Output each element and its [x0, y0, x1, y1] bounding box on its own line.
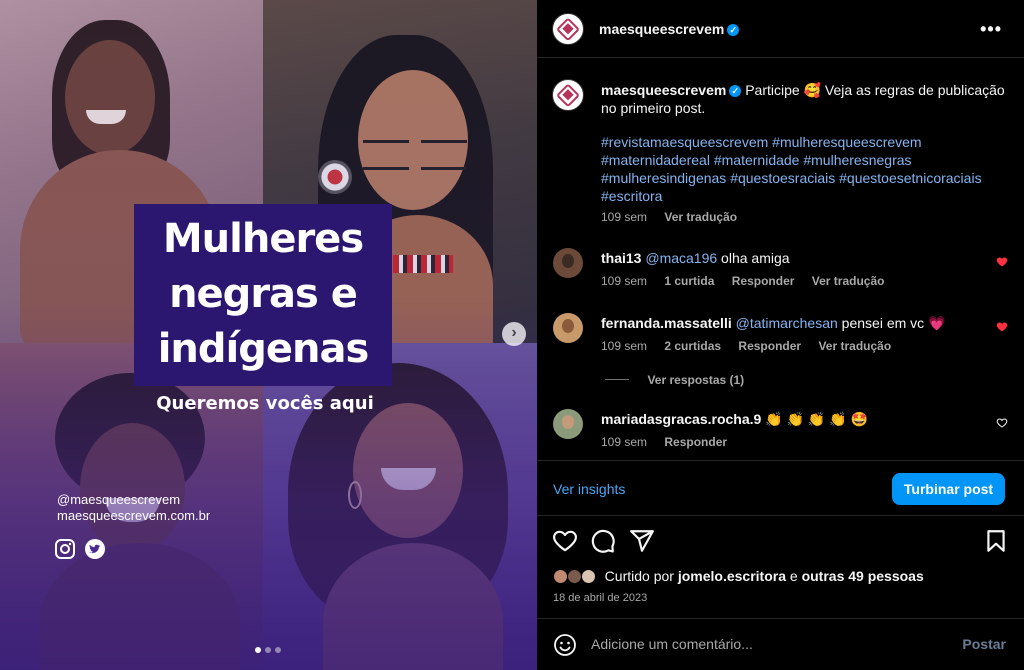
image-title-line: negras e	[169, 271, 358, 317]
verified-badge-icon: ✓	[729, 85, 742, 97]
comment-time[interactable]: 109 sem	[601, 339, 647, 353]
comment-text: pensei em vc 💗	[837, 315, 946, 331]
avatar[interactable]	[553, 313, 583, 343]
verified-badge-icon: ✓	[727, 24, 740, 36]
avatar[interactable]	[552, 13, 584, 45]
comment-meta: 109 sem 2 curtidas Responder Ver traduçã…	[601, 339, 905, 353]
post-date[interactable]: 18 de abril de 2023	[553, 592, 647, 604]
likes-summary: Curtido por jomelo.escritora e outras 49…	[553, 568, 924, 584]
carousel-next-button[interactable]: ›	[502, 322, 526, 346]
instagram-icon	[55, 539, 75, 559]
comment-bar: Postar	[537, 618, 1024, 670]
comment-meta: 109 sem Responder	[601, 435, 741, 449]
carousel-dot	[275, 647, 281, 653]
comment-likes[interactable]: 1 curtida	[664, 274, 714, 288]
post-header: maesqueescrevem ✓ •••	[537, 0, 1024, 58]
translate-button[interactable]: Ver tradução	[664, 210, 737, 224]
avatar	[566, 569, 582, 584]
like-heart-icon[interactable]	[552, 528, 578, 554]
twitter-icon	[85, 539, 105, 559]
comment-body: thai13 @maca196 olha amiga	[601, 249, 971, 267]
avatar[interactable]	[552, 79, 584, 111]
reply-button[interactable]: Responder	[732, 274, 795, 288]
likes-middle: e	[785, 568, 802, 584]
avatar	[580, 569, 596, 584]
caption-emoji: 🥰	[803, 82, 821, 98]
comment-likes[interactable]: 2 curtidas	[664, 339, 721, 353]
insights-bar: Ver insights Turbinar post	[537, 460, 1024, 516]
header-user: maesqueescrevem ✓	[599, 21, 740, 39]
header-username[interactable]: maesqueescrevem	[599, 21, 724, 37]
carousel-dot	[255, 647, 261, 653]
comment-text: olha amiga	[717, 250, 790, 266]
heart-outline-icon[interactable]	[996, 417, 1008, 429]
view-insights-link[interactable]: Ver insights	[553, 481, 625, 497]
comment-meta: 109 sem 1 curtida Responder Ver tradução	[601, 274, 898, 288]
avatar	[553, 569, 568, 584]
post-comment-button[interactable]: Postar	[962, 636, 1006, 652]
image-subtitle: Queremos vocês aqui	[156, 393, 374, 414]
comment-username[interactable]: mariadasgracas.rocha.9	[601, 411, 761, 427]
image-title: Mulheres negras e indígenas	[134, 212, 392, 377]
post-image[interactable]: Mulheres negras e indígenas Queremos voc…	[0, 0, 537, 670]
image-handle: @maesqueescrevem	[57, 492, 181, 507]
caption-username[interactable]: maesqueescrevem	[601, 82, 726, 98]
comment-username[interactable]: thai13	[601, 250, 641, 266]
image-website: maesqueescrevem.com.br	[57, 508, 211, 523]
likes-prefix: Curtido por	[604, 568, 678, 584]
comment-input[interactable]	[591, 633, 941, 655]
comment-mention[interactable]: @tatimarchesan	[736, 315, 838, 331]
caption-hashtags[interactable]: #revistamaesqueescrevem #mulheresqueescr…	[601, 133, 1006, 205]
image-title-line: Mulheres	[162, 216, 364, 262]
reply-button[interactable]: Responder	[738, 339, 801, 353]
view-replies-label[interactable]: Ver respostas (1)	[647, 373, 744, 387]
heart-filled-icon[interactable]	[996, 321, 1008, 333]
post-side-panel: maesqueescrevem ✓ ••• maesqueescrevem ✓ Pa…	[537, 0, 1024, 670]
comment-username[interactable]: fernanda.massatelli	[601, 315, 732, 331]
carousel-dots	[255, 647, 281, 653]
comment-mention[interactable]: @maca196	[645, 250, 717, 266]
caption-body: maesqueescrevem ✓ Participe 🥰 Veja as reg…	[601, 81, 1006, 205]
avatar[interactable]	[553, 409, 583, 439]
comment-body: mariadasgracas.rocha.9 👏 👏 👏 👏 🤩	[601, 410, 971, 428]
liker-avatars[interactable]	[553, 568, 596, 584]
caption-meta: 109 sem Ver tradução	[601, 210, 751, 224]
reply-button[interactable]: Responder	[664, 435, 727, 449]
view-replies[interactable]: Ver respostas (1)	[605, 371, 744, 389]
translate-button[interactable]: Ver tradução	[812, 274, 885, 288]
comment-text: 👏 👏 👏 👏 🤩	[761, 411, 868, 427]
liker-username[interactable]: jomelo.escritora	[678, 568, 786, 584]
caption-time[interactable]: 109 sem	[601, 210, 647, 224]
comment-icon[interactable]	[590, 528, 616, 554]
caption-text: Participe	[745, 82, 804, 98]
image-title-line: indígenas	[157, 326, 370, 372]
translate-button[interactable]: Ver tradução	[818, 339, 891, 353]
share-icon[interactable]	[629, 528, 655, 554]
avatar[interactable]	[553, 248, 583, 278]
replies-line	[605, 379, 629, 380]
heart-filled-icon[interactable]	[996, 256, 1008, 268]
comment-time[interactable]: 109 sem	[601, 435, 647, 449]
more-options-icon[interactable]: •••	[980, 19, 1002, 40]
carousel-dot	[265, 647, 271, 653]
image-contact: @maesqueescrevem maesqueescrevem.com.br	[57, 492, 210, 524]
comment-time[interactable]: 109 sem	[601, 274, 647, 288]
likes-others[interactable]: outras 49 pessoas	[802, 568, 924, 584]
emoji-icon[interactable]	[553, 633, 577, 657]
bookmark-icon[interactable]	[983, 528, 1009, 554]
boost-post-button[interactable]: Turbinar post	[892, 473, 1005, 505]
comment-body: fernanda.massatelli @tatimarchesan pense…	[601, 314, 971, 332]
